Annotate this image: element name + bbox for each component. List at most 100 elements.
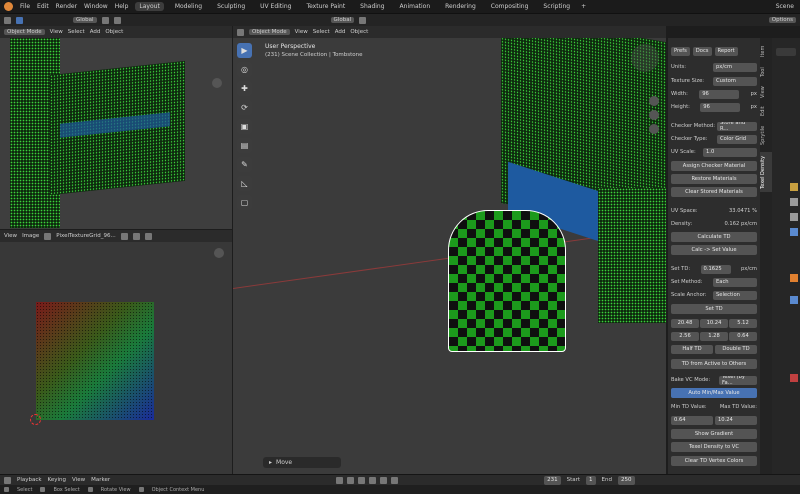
- tab-sculpting[interactable]: Sculpting: [213, 2, 249, 11]
- start-frame-field[interactable]: 1: [586, 475, 596, 485]
- tab-shading[interactable]: Shading: [356, 2, 388, 11]
- main-menu-view[interactable]: View: [295, 29, 308, 35]
- scale-tool[interactable]: ▣: [237, 119, 252, 134]
- half-td-button[interactable]: Half TD: [671, 344, 713, 354]
- main-menu-select[interactable]: Select: [313, 29, 330, 35]
- main-menu-object[interactable]: Object: [350, 29, 368, 35]
- timeline-editor-icon[interactable]: [4, 476, 11, 484]
- pin-icon[interactable]: [144, 232, 152, 240]
- tab-texture-paint[interactable]: Texture Paint: [302, 2, 349, 11]
- measure-tool[interactable]: ◺: [237, 176, 252, 191]
- image-browse-icon[interactable]: [44, 232, 52, 240]
- snap-icon[interactable]: [113, 16, 121, 24]
- navigation-gizmo[interactable]: [631, 44, 659, 72]
- annotate-tool[interactable]: ✎: [237, 157, 252, 172]
- main-3d-viewport[interactable]: User Perspective (231) Scene Collection …: [233, 38, 666, 474]
- left-menu-add[interactable]: Add: [90, 29, 101, 35]
- assign-checker-button[interactable]: Assign Checker Material: [671, 161, 757, 171]
- height-input[interactable]: 96: [700, 102, 741, 112]
- next-key-icon[interactable]: [380, 476, 388, 484]
- report-button[interactable]: Report: [714, 46, 738, 56]
- cursor-tool-icon[interactable]: [4, 16, 11, 24]
- zoom-icon[interactable]: [649, 96, 659, 106]
- min-td-input[interactable]: 0.64: [671, 415, 713, 425]
- restore-materials-button[interactable]: Restore Materials: [671, 174, 757, 184]
- editor-type-icon[interactable]: [237, 28, 244, 36]
- left-zoom-icon[interactable]: [212, 78, 222, 88]
- tab-view[interactable]: View: [760, 84, 772, 100]
- anchor-dropdown[interactable]: Selection: [713, 290, 757, 300]
- auto-minmax-toggle[interactable]: Auto Min/Max Value: [671, 388, 757, 398]
- tab-uv-editing[interactable]: UV Editing: [256, 2, 295, 11]
- jump-end-icon[interactable]: [391, 476, 399, 484]
- td-active-to-others-button[interactable]: TD from Active to Others: [671, 359, 757, 369]
- tab-item[interactable]: Item: [760, 42, 772, 60]
- max-td-input[interactable]: 10.24: [715, 415, 757, 425]
- tab-layout[interactable]: Layout: [135, 2, 164, 11]
- settd-input[interactable]: 0.1625: [700, 264, 731, 274]
- preset-0-64[interactable]: 0.64: [729, 331, 757, 341]
- show-gradient-button[interactable]: Show Gradient: [671, 429, 757, 439]
- select-box-tool[interactable]: ▶: [237, 43, 252, 58]
- uv-image-editor[interactable]: [0, 242, 232, 474]
- units-dropdown[interactable]: px/cm: [713, 62, 757, 72]
- left-menu-select[interactable]: Select: [68, 29, 85, 35]
- play-icon[interactable]: [369, 476, 377, 484]
- new-image-icon[interactable]: [120, 232, 128, 240]
- properties-search[interactable]: [776, 48, 796, 56]
- blender-logo-icon[interactable]: [4, 2, 13, 11]
- uvscale-input[interactable]: 1.0: [703, 147, 757, 157]
- clear-vc-button[interactable]: Clear TD Vertex Colors: [671, 456, 757, 466]
- view-layer-icon[interactable]: [790, 213, 798, 221]
- tab-tool[interactable]: Tool: [760, 64, 772, 80]
- options-dropdown[interactable]: Options: [768, 17, 796, 23]
- tab-sprytile[interactable]: Sprytile: [760, 122, 772, 148]
- open-image-icon[interactable]: [132, 232, 140, 240]
- preset-2-56[interactable]: 2.56: [671, 331, 699, 341]
- material-props-icon[interactable]: [790, 374, 798, 382]
- jump-start-icon[interactable]: [336, 476, 344, 484]
- menu-window[interactable]: Window: [84, 3, 108, 10]
- scene-props-icon[interactable]: [790, 228, 798, 236]
- timeline-keying[interactable]: Keying: [48, 477, 66, 483]
- select-tool-icon[interactable]: [16, 16, 23, 24]
- add-cube-tool[interactable]: ▢: [237, 195, 252, 210]
- transform-orientation-dropdown-2[interactable]: Global: [330, 17, 355, 23]
- left-menu-view[interactable]: View: [50, 29, 63, 35]
- pan-hand-icon[interactable]: [649, 110, 659, 120]
- menu-help[interactable]: Help: [115, 3, 129, 10]
- preset-20-48[interactable]: 20.48: [671, 318, 699, 328]
- tab-edit[interactable]: Edit: [760, 104, 772, 118]
- cursor-tool[interactable]: ◎: [237, 62, 252, 77]
- left-3d-viewport[interactable]: [0, 38, 232, 229]
- end-frame-field[interactable]: 250: [618, 475, 635, 485]
- timeline-playback[interactable]: Playback: [17, 477, 42, 483]
- menu-edit[interactable]: Edit: [37, 3, 49, 10]
- play-reverse-icon[interactable]: [358, 476, 366, 484]
- prev-key-icon[interactable]: [347, 476, 355, 484]
- double-td-button[interactable]: Double TD: [715, 344, 757, 354]
- preset-5-12[interactable]: 5.12: [729, 318, 757, 328]
- last-operator-panel[interactable]: ▸ Move: [263, 457, 341, 468]
- snap-icon-2[interactable]: [359, 16, 367, 24]
- calc-set-button[interactable]: Calc -> Set Value: [671, 245, 757, 255]
- calculate-td-button[interactable]: Calculate TD: [671, 232, 757, 242]
- preset-10-24[interactable]: 10.24: [700, 318, 728, 328]
- timeline-marker[interactable]: Marker: [91, 477, 110, 483]
- set-td-button[interactable]: Set TD: [671, 304, 757, 314]
- pivot-icon[interactable]: [101, 16, 109, 24]
- uv-menu-view[interactable]: View: [4, 233, 17, 239]
- docs-button[interactable]: Docs: [692, 46, 712, 56]
- clear-stored-button[interactable]: Clear Stored Materials: [671, 187, 757, 197]
- preset-1-28[interactable]: 1.28: [700, 331, 728, 341]
- tab-compositing[interactable]: Compositing: [487, 2, 533, 11]
- modifier-props-icon[interactable]: [790, 296, 798, 304]
- uv-menu-image[interactable]: Image: [22, 233, 39, 239]
- camera-view-icon[interactable]: [649, 124, 659, 134]
- prefs-button[interactable]: Prefs: [671, 46, 690, 56]
- move-tool[interactable]: ✚: [237, 81, 252, 96]
- tab-scripting[interactable]: Scripting: [539, 2, 574, 11]
- output-props-icon[interactable]: [790, 198, 798, 206]
- bakevc-dropdown[interactable]: Texel (by Fa...: [719, 375, 757, 385]
- transform-tool[interactable]: ▤: [237, 138, 252, 153]
